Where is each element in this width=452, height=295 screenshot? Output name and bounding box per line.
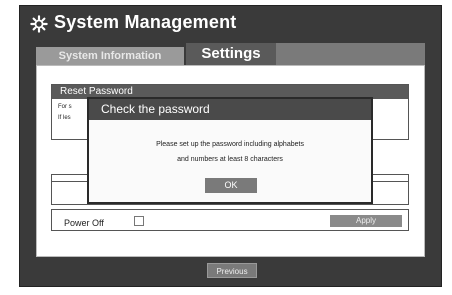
- power-off-label: Power Off: [64, 218, 104, 228]
- page-title: System Management: [54, 12, 237, 32]
- tab-system-information[interactable]: System Information: [36, 47, 184, 65]
- tab-settings[interactable]: Settings: [186, 43, 276, 65]
- dialog-title: Check the password: [89, 99, 371, 120]
- check-password-dialog: Check the password Please set up the pas…: [87, 97, 373, 204]
- power-off-checkbox[interactable]: [134, 216, 144, 226]
- dialog-message-line-1: Please set up the password including alp…: [156, 141, 304, 148]
- ok-button[interactable]: OK: [205, 178, 257, 193]
- apply-button[interactable]: Apply: [330, 215, 402, 227]
- tab-bar: System Information Settings: [36, 43, 425, 65]
- reset-password-text-1: For s: [58, 104, 72, 110]
- title-bar: System Management: [20, 6, 441, 42]
- dialog-message-line-2: and numbers at least 8 characters: [177, 156, 283, 163]
- previous-button[interactable]: Previous: [207, 263, 257, 278]
- gear-icon: [30, 15, 48, 33]
- reset-password-text-2: If les: [58, 115, 71, 121]
- tab-bar-filler: [276, 43, 425, 65]
- power-off-row: Power Off Apply: [51, 209, 409, 231]
